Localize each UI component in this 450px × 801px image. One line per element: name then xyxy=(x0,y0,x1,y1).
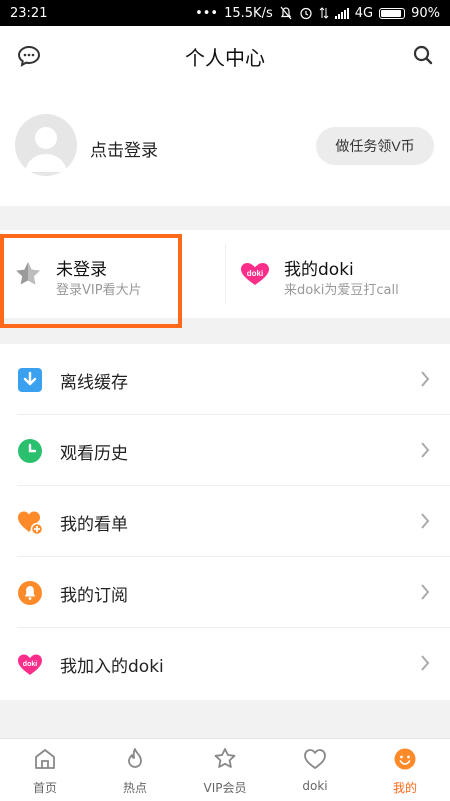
status-dots: ••• xyxy=(195,5,219,21)
tab-doki[interactable]: doki xyxy=(270,739,360,801)
search-icon[interactable] xyxy=(412,44,434,66)
tab-label: 我的 xyxy=(392,781,417,795)
network-type: 4G xyxy=(354,5,374,21)
tab-home[interactable]: 首页 xyxy=(0,739,90,801)
signal-icon xyxy=(334,7,349,19)
doki-heart-icon xyxy=(304,749,326,770)
menu-item-label: 离线缓存 xyxy=(60,373,128,393)
battery-icon xyxy=(379,7,406,19)
menu-item-label: 我的看单 xyxy=(60,515,128,535)
tab-label: 首页 xyxy=(32,781,57,795)
tab-vip[interactable]: VIP会员 xyxy=(180,739,270,801)
menu-item-watch-history[interactable]: 观看历史 xyxy=(0,415,450,486)
task-reward-button[interactable]: 做任务领V币 xyxy=(316,127,434,165)
chevron-right-icon xyxy=(421,442,430,458)
vip-star-icon xyxy=(214,748,236,768)
chevron-right-icon xyxy=(421,584,430,600)
doki-card-title: 我的doki xyxy=(284,260,354,280)
alarm-icon xyxy=(300,7,312,20)
doki-icon-text: doki xyxy=(23,661,37,668)
doki-card[interactable]: doki 我的doki 来doki为爱豆打call xyxy=(226,230,450,318)
data-arrows-icon xyxy=(319,7,329,19)
battery-fill xyxy=(381,9,401,17)
clock-icon xyxy=(18,439,42,463)
subscribe-icon xyxy=(18,581,42,605)
doki-card-subtitle: 来doki为爱豆打call xyxy=(284,283,399,298)
doki-icon-text: doki xyxy=(247,269,263,278)
status-right: ••• 15.5K/s 4G 90% xyxy=(195,6,440,21)
doki-icon: doki xyxy=(18,654,42,675)
battery-percent: 90% xyxy=(411,5,440,21)
app-header: 个人中心 xyxy=(0,26,450,86)
menu-item-offline-cache[interactable]: 离线缓存 xyxy=(0,344,450,415)
tab-hot[interactable]: 热点 xyxy=(90,739,180,801)
menu-item-joined-doki[interactable]: doki 我加入的doki xyxy=(0,628,450,699)
chevron-right-icon xyxy=(421,371,430,387)
login-prompt[interactable]: 点击登录 xyxy=(90,136,158,161)
bottom-tab-bar: 首页 热点 VIP会员 doki 我的 xyxy=(0,738,450,801)
doki-icon: doki xyxy=(241,263,269,285)
page-title: 个人中心 xyxy=(185,45,265,70)
mute-bell-icon xyxy=(280,6,292,20)
tab-label: doki xyxy=(302,779,328,793)
tab-label: VIP会员 xyxy=(203,781,247,795)
menu-item-watchlist[interactable]: 我的看单 xyxy=(0,486,450,557)
message-icon[interactable] xyxy=(16,44,42,68)
highlight-box xyxy=(0,234,182,328)
network-speed: 15.5K/s xyxy=(224,5,273,21)
menu-item-label: 我的订阅 xyxy=(60,586,128,606)
status-time: 23:21 xyxy=(10,5,48,21)
default-avatar-icon xyxy=(25,127,67,172)
tab-label: 热点 xyxy=(122,781,147,795)
menu-item-label: 我加入的doki xyxy=(60,657,164,677)
menu-list: 离线缓存 观看历史 我的看单 我的订阅 doki 我加入的doki xyxy=(0,344,450,700)
flame-icon xyxy=(128,748,142,768)
download-icon xyxy=(18,368,42,392)
avatar[interactable] xyxy=(15,114,77,176)
chevron-right-icon xyxy=(421,655,430,671)
home-icon xyxy=(35,749,55,769)
smile-icon xyxy=(394,748,416,770)
menu-item-subscriptions[interactable]: 我的订阅 xyxy=(0,557,450,628)
heart-plus-icon xyxy=(18,511,43,535)
chevron-right-icon xyxy=(421,513,430,529)
tab-mine[interactable]: 我的 xyxy=(360,739,450,801)
profile-section: 点击登录 做任务领V币 xyxy=(0,86,450,206)
menu-item-label: 观看历史 xyxy=(60,444,128,464)
status-bar: 23:21 ••• 15.5K/s 4G 90% xyxy=(0,0,450,26)
